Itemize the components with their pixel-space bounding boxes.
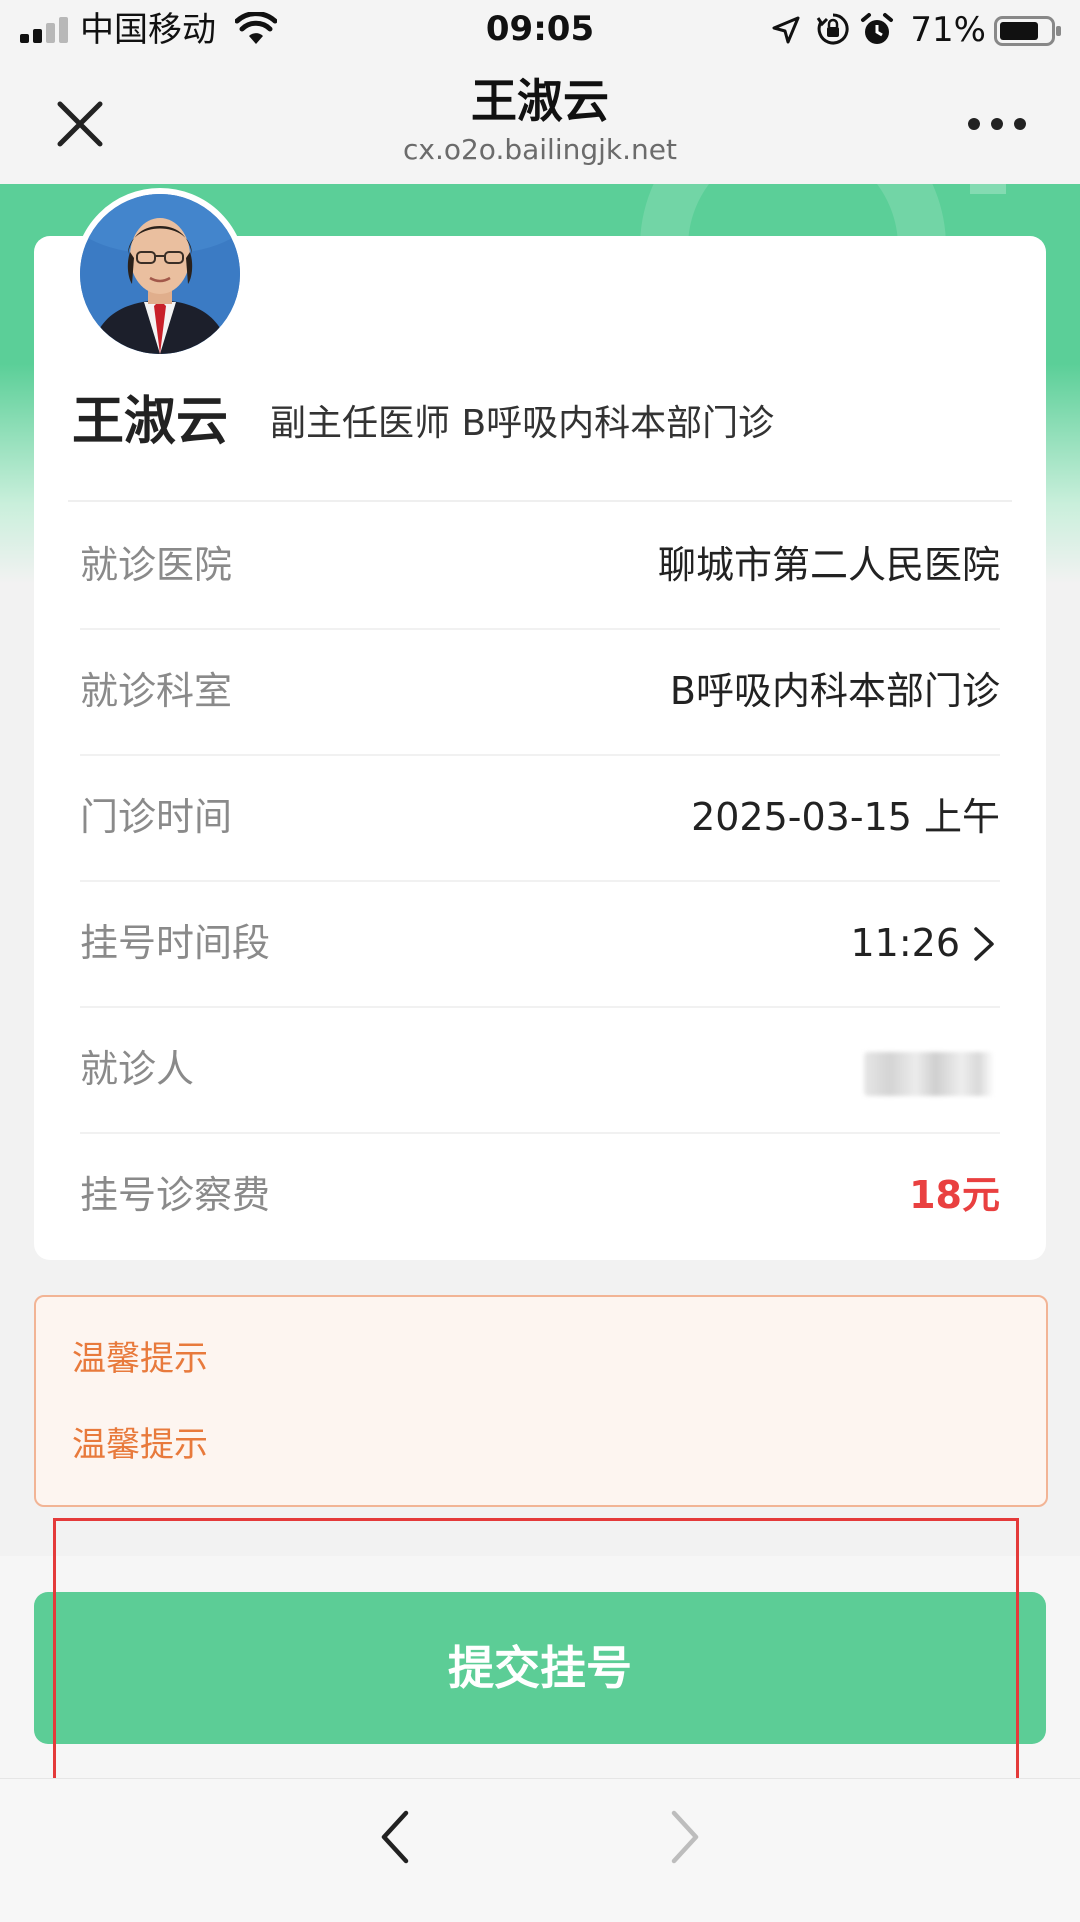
notice-box: 温馨提示 温馨提示 (34, 1295, 1048, 1507)
info-row-patient[interactable]: 就诊人 (80, 1006, 1000, 1134)
info-label: 挂号诊察费 (80, 1173, 271, 1217)
battery-icon (994, 16, 1061, 46)
info-row-fee: 挂号诊察费 18元 (80, 1132, 1000, 1258)
notice-line: 温馨提示 (72, 1339, 208, 1379)
info-label: 就诊科室 (80, 669, 233, 713)
doctor-title: 副主任医师 B呼吸内科本部门诊 (270, 403, 775, 444)
info-row-clinic-time: 门诊时间 2025-03-15 上午 (80, 754, 1000, 882)
doctor-name: 王淑云 (72, 392, 229, 452)
page-url: cx.o2o.bailingjk.net (403, 133, 677, 166)
bottom-toolbar (0, 1778, 1080, 1922)
doctor-avatar (74, 188, 246, 360)
back-chevron-icon[interactable] (378, 1809, 412, 1865)
submit-area: 提交挂号 (0, 1556, 1080, 1778)
doctor-card: 王淑云 副主任医师 B呼吸内科本部门诊 就诊医院 聊城市第二人民医院 就诊科室 … (34, 188, 1046, 1260)
fee-value: 18元 (909, 1173, 1000, 1217)
doctor-portrait-icon (80, 194, 240, 354)
forward-chevron-icon[interactable] (668, 1809, 702, 1865)
info-value: 聊城市第二人民医院 (657, 543, 1000, 587)
info-label: 门诊时间 (80, 795, 233, 839)
info-row-time-slot[interactable]: 挂号时间段 11:26 (80, 880, 1000, 1008)
battery-percent: 71% (910, 10, 986, 50)
location-arrow-icon (772, 16, 800, 44)
info-label: 就诊医院 (80, 543, 233, 587)
status-icons: 71% (702, 10, 1062, 50)
submit-registration-button[interactable]: 提交挂号 (34, 1592, 1046, 1744)
info-label: 就诊人 (80, 1047, 195, 1091)
info-label: 挂号时间段 (80, 921, 271, 965)
info-row-department: 就诊科室 B呼吸内科本部门诊 (80, 628, 1000, 756)
info-value: 2025-03-15 上午 (691, 795, 1000, 839)
more-icon[interactable] (968, 112, 1026, 136)
time-slot-value[interactable]: 11:26 (850, 918, 960, 968)
chevron-right-icon[interactable] (972, 926, 996, 962)
info-value: B呼吸内科本部门诊 (669, 669, 1000, 713)
alarm-icon (861, 13, 893, 44)
page-title: 王淑云 (471, 74, 609, 128)
info-row-hospital: 就诊医院 聊城市第二人民医院 (80, 502, 1000, 630)
rotation-lock-icon (816, 13, 849, 45)
status-bar: 中国移动 09:05 71% (0, 0, 1080, 60)
notice-line: 温馨提示 (72, 1425, 208, 1465)
banner-decoration (970, 184, 1006, 194)
nav-header: 王淑云 cx.o2o.bailingjk.net (0, 60, 1080, 184)
patient-name-blurred[interactable] (864, 1052, 994, 1096)
